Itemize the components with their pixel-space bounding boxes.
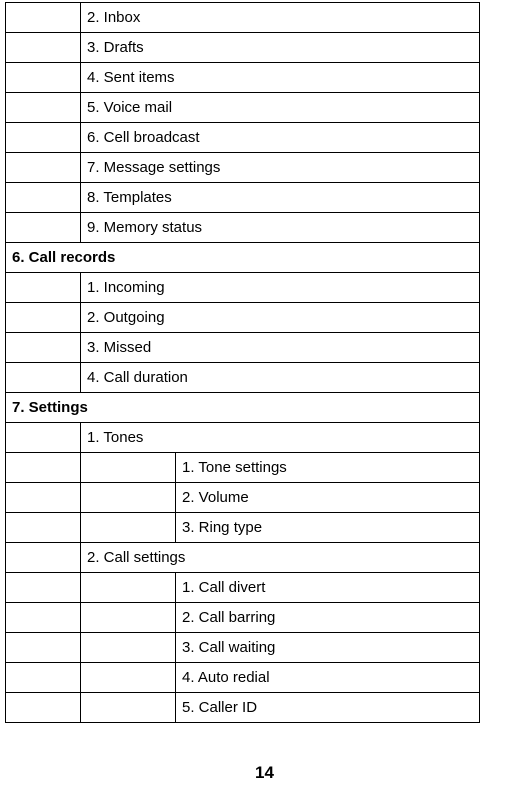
indent-cell xyxy=(6,333,81,363)
indent-cell xyxy=(6,63,81,93)
menu-item: 3. Drafts xyxy=(81,33,480,63)
table-row: 2. Call barring xyxy=(6,603,480,633)
indent-cell xyxy=(6,93,81,123)
submenu-item: 1. Tone settings xyxy=(176,453,480,483)
menu-item: 1. Incoming xyxy=(81,273,480,303)
section-row: 7. Settings xyxy=(6,393,480,423)
menu-item: 1. Tones xyxy=(81,423,480,453)
indent-cell xyxy=(6,123,81,153)
table-row: 4. Auto redial xyxy=(6,663,480,693)
indent-cell xyxy=(6,543,81,573)
table-row: 5. Voice mail xyxy=(6,93,480,123)
indent-cell xyxy=(6,363,81,393)
indent-cell xyxy=(6,453,81,483)
menu-item: 4. Call duration xyxy=(81,363,480,393)
menu-item: 4. Sent items xyxy=(81,63,480,93)
menu-item: 5. Voice mail xyxy=(81,93,480,123)
indent-cell xyxy=(81,483,176,513)
section-row: 6. Call records xyxy=(6,243,480,273)
indent-cell xyxy=(6,213,81,243)
table-row: 1. Call divert xyxy=(6,573,480,603)
table-row: 4. Sent items xyxy=(6,63,480,93)
table-row: 3. Drafts xyxy=(6,33,480,63)
indent-cell xyxy=(6,633,81,663)
indent-cell xyxy=(6,603,81,633)
menu-item: 7. Message settings xyxy=(81,153,480,183)
table-row: 3. Ring type xyxy=(6,513,480,543)
menu-item: 2. Call settings xyxy=(81,543,480,573)
menu-item: 9. Memory status xyxy=(81,213,480,243)
menu-item: 6. Cell broadcast xyxy=(81,123,480,153)
indent-cell xyxy=(81,633,176,663)
indent-cell xyxy=(81,693,176,723)
table-row: 5. Caller ID xyxy=(6,693,480,723)
table-row: 3. Call waiting xyxy=(6,633,480,663)
table-row: 1. Tones xyxy=(6,423,480,453)
indent-cell xyxy=(6,693,81,723)
indent-cell xyxy=(6,33,81,63)
page-number: 14 xyxy=(0,763,529,783)
table-row: 7. Message settings xyxy=(6,153,480,183)
indent-cell xyxy=(6,273,81,303)
submenu-item: 5. Caller ID xyxy=(176,693,480,723)
indent-cell xyxy=(6,303,81,333)
table-row: 8. Templates xyxy=(6,183,480,213)
indent-cell xyxy=(6,183,81,213)
submenu-item: 3. Ring type xyxy=(176,513,480,543)
indent-cell xyxy=(6,573,81,603)
section-header: 6. Call records xyxy=(6,243,480,273)
indent-cell xyxy=(6,3,81,33)
indent-cell xyxy=(6,663,81,693)
submenu-item: 1. Call divert xyxy=(176,573,480,603)
menu-table: 2. Inbox 3. Drafts 4. Sent items 5. Voic… xyxy=(5,2,480,723)
table-row: 6. Cell broadcast xyxy=(6,123,480,153)
indent-cell xyxy=(81,453,176,483)
indent-cell xyxy=(6,513,81,543)
submenu-item: 4. Auto redial xyxy=(176,663,480,693)
indent-cell xyxy=(81,513,176,543)
indent-cell xyxy=(6,483,81,513)
table-row: 2. Inbox xyxy=(6,3,480,33)
table-row: 3. Missed xyxy=(6,333,480,363)
menu-item: 2. Inbox xyxy=(81,3,480,33)
menu-item: 3. Missed xyxy=(81,333,480,363)
table-row: 1. Incoming xyxy=(6,273,480,303)
menu-item: 2. Outgoing xyxy=(81,303,480,333)
indent-cell xyxy=(81,663,176,693)
submenu-item: 2. Call barring xyxy=(176,603,480,633)
indent-cell xyxy=(6,153,81,183)
indent-cell xyxy=(81,573,176,603)
indent-cell xyxy=(81,603,176,633)
menu-item: 8. Templates xyxy=(81,183,480,213)
submenu-item: 2. Volume xyxy=(176,483,480,513)
table-row: 2. Volume xyxy=(6,483,480,513)
section-header: 7. Settings xyxy=(6,393,480,423)
table-row: 2. Call settings xyxy=(6,543,480,573)
table-row: 1. Tone settings xyxy=(6,453,480,483)
table-row: 9. Memory status xyxy=(6,213,480,243)
submenu-item: 3. Call waiting xyxy=(176,633,480,663)
indent-cell xyxy=(6,423,81,453)
table-row: 2. Outgoing xyxy=(6,303,480,333)
menu-table-page: 2. Inbox 3. Drafts 4. Sent items 5. Voic… xyxy=(0,0,529,783)
table-row: 4. Call duration xyxy=(6,363,480,393)
